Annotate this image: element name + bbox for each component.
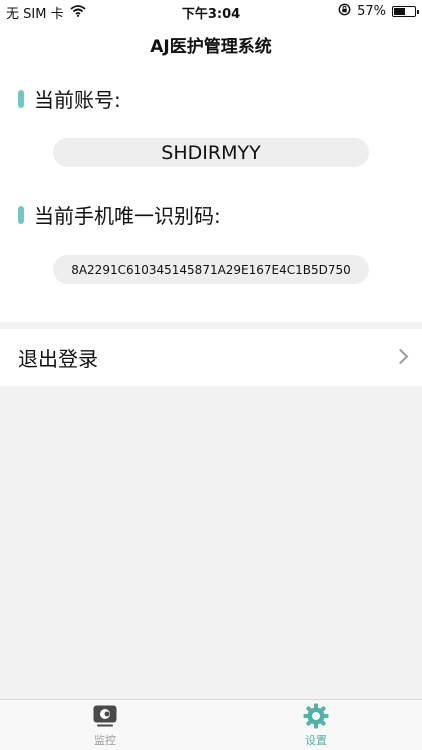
tab-monitor[interactable]: 监控 (45, 703, 165, 749)
logout-button[interactable]: 退出登录 (0, 329, 422, 386)
nav-bar: AJ医护管理系统 (0, 22, 422, 64)
chevron-right-icon (392, 348, 409, 365)
battery-tip (417, 10, 419, 14)
account-info-card: 当前账号: SHDIRMYY 当前手机唯一识别码: 8A2291C6103451… (0, 64, 422, 322)
account-label-row: 当前账号: (18, 84, 121, 113)
page-title: AJ医护管理系统 (150, 37, 272, 57)
orientation-lock-icon (338, 3, 351, 20)
battery-level (394, 8, 406, 15)
accent-bar (18, 89, 24, 108)
tab-settings-label: 设置 (305, 734, 327, 747)
battery-icon (392, 6, 419, 17)
account-label: 当前账号: (34, 88, 121, 112)
accent-bar (18, 205, 24, 224)
tab-monitor-label: 监控 (94, 734, 116, 747)
device-id-label-row: 当前手机唯一识别码: (18, 200, 221, 229)
device-id-value: 8A2291C610345145871A29E167E4C1B5D750 (53, 255, 369, 284)
battery-percent: 57% (357, 4, 386, 19)
monitor-icon (92, 703, 118, 729)
tab-settings[interactable]: 设置 (256, 703, 376, 749)
account-value: SHDIRMYY (53, 138, 369, 167)
status-bar: 无 SIM 卡 下午3:04 57% (0, 0, 422, 22)
status-right: 57% (338, 3, 419, 20)
gear-icon (303, 703, 329, 729)
tab-bar: 监控 设置 (0, 699, 422, 750)
device-id-label: 当前手机唯一识别码: (34, 204, 221, 228)
logout-label: 退出登录 (18, 347, 98, 371)
